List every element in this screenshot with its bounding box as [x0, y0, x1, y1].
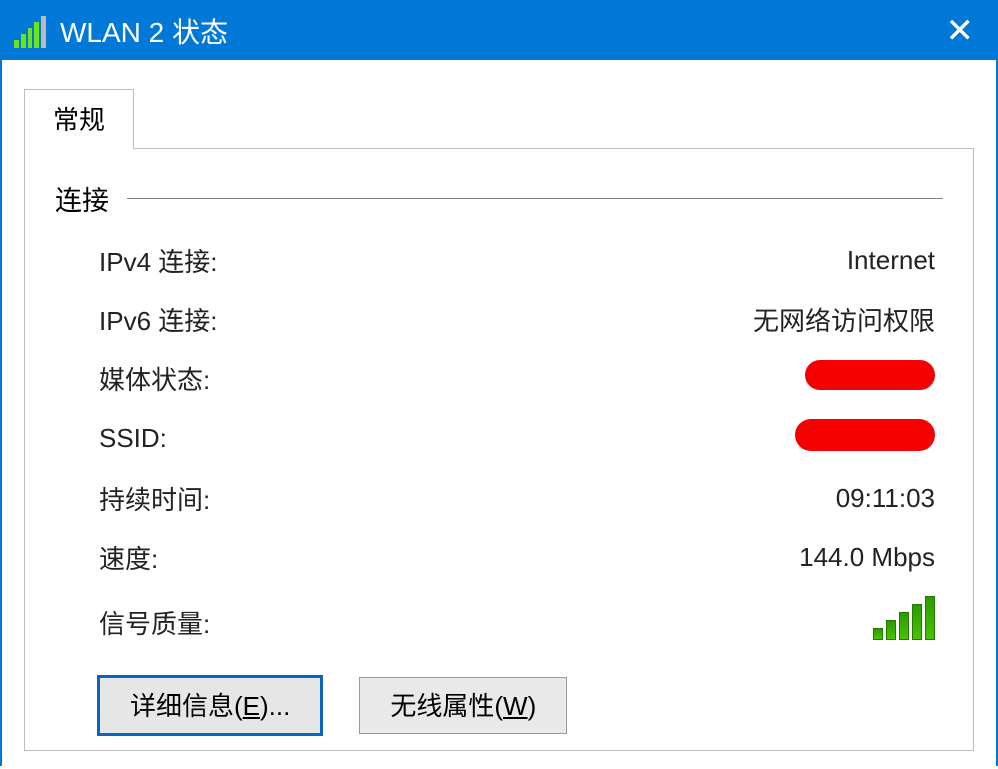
- titlebar: WLAN 2 状态 ✕: [2, 2, 996, 60]
- row-signal-quality: 信号质量:: [99, 598, 935, 647]
- duration-label: 持续时间:: [99, 480, 210, 517]
- wireless-button-key: W: [503, 691, 528, 721]
- duration-value: 09:11:03: [836, 483, 935, 514]
- signal-quality-label: 信号质量:: [99, 604, 210, 641]
- group-connection-label: 连接: [55, 179, 127, 218]
- speed-value: 144.0 Mbps: [799, 542, 935, 573]
- details-button[interactable]: 详细信息(E)...: [99, 677, 321, 734]
- redacted-mark: [795, 419, 935, 451]
- row-ipv6: IPv6 连接: 无网络访问权限: [99, 301, 935, 338]
- tab-panel-general: 连接 IPv4 连接: Internet IPv6 连接: 无网络访问权限 媒体…: [24, 149, 974, 751]
- row-duration: 持续时间: 09:11:03: [99, 480, 935, 517]
- speed-label: 速度:: [99, 539, 158, 576]
- group-separator: [127, 198, 943, 199]
- tab-general[interactable]: 常规: [24, 89, 134, 149]
- ipv4-value: Internet: [847, 245, 935, 276]
- details-button-prefix: 详细信息(: [130, 691, 243, 721]
- row-ssid: SSID:: [99, 419, 935, 458]
- ssid-value: [795, 419, 935, 458]
- media-state-value: [805, 360, 935, 397]
- wireless-button-suffix: ): [528, 691, 537, 721]
- group-connection: 连接: [55, 179, 943, 218]
- ipv6-value: 无网络访问权限: [753, 301, 935, 338]
- row-speed: 速度: 144.0 Mbps: [99, 539, 935, 576]
- ipv4-label: IPv4 连接:: [99, 242, 217, 279]
- details-button-suffix: )...: [260, 691, 290, 721]
- wifi-icon: [14, 14, 48, 48]
- ipv6-label: IPv6 连接:: [99, 301, 217, 338]
- signal-quality-value: [870, 598, 935, 647]
- tab-bar: 常规: [24, 88, 974, 149]
- wlan-status-window: WLAN 2 状态 ✕ 常规 连接 IPv4 连接: Internet IPv6…: [0, 0, 998, 766]
- window-title: WLAN 2 状态: [60, 11, 938, 51]
- wireless-button-prefix: 无线属性(: [390, 691, 503, 721]
- row-media-state: 媒体状态:: [99, 360, 935, 397]
- close-button[interactable]: ✕: [938, 12, 983, 50]
- client-area: 常规 连接 IPv4 连接: Internet IPv6 连接: 无网络访问权限…: [2, 60, 996, 769]
- button-row: 详细信息(E)... 无线属性(W): [55, 677, 943, 734]
- signal-bars-icon: [870, 598, 935, 640]
- redacted-mark: [805, 360, 935, 390]
- media-state-label: 媒体状态:: [99, 360, 210, 397]
- row-ipv4: IPv4 连接: Internet: [99, 242, 935, 279]
- ssid-label: SSID:: [99, 423, 167, 454]
- wireless-properties-button[interactable]: 无线属性(W): [359, 677, 567, 734]
- details-button-key: E: [243, 691, 260, 721]
- connection-rows: IPv4 连接: Internet IPv6 连接: 无网络访问权限 媒体状态:…: [55, 242, 943, 647]
